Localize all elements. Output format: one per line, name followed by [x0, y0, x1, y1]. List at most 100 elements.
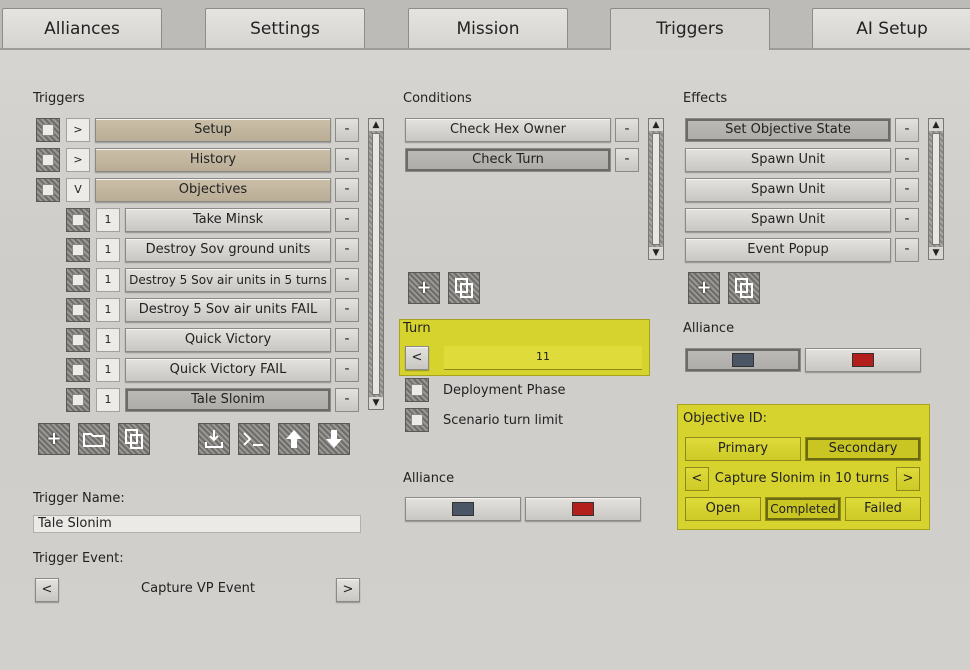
trigger-checkbox[interactable] — [66, 238, 90, 262]
tab-triggers[interactable]: Triggers — [610, 8, 770, 50]
trigger-item[interactable]: Quick Victory FAIL — [125, 358, 331, 382]
scroll-up-icon[interactable]: ▲ — [929, 119, 943, 131]
turn-prev-button[interactable]: < — [405, 346, 429, 370]
trigger-checkbox[interactable] — [66, 328, 90, 352]
trigger-item[interactable]: Destroy 5 Sov air units in 5 turns — [125, 268, 331, 292]
event-prev-button[interactable]: < — [35, 578, 59, 602]
trigger-number: 1 — [96, 238, 120, 262]
tab-mission[interactable]: Mission — [408, 8, 568, 48]
remove-button[interactable]: - — [615, 118, 639, 142]
trigger-group-setup[interactable]: Setup — [95, 118, 331, 142]
condition-item-selected[interactable]: Check Turn — [405, 148, 611, 172]
objective-prev-button[interactable]: < — [685, 467, 709, 491]
remove-button[interactable]: - — [335, 208, 359, 232]
alliance-option-2[interactable] — [525, 497, 641, 521]
scroll-thumb[interactable] — [652, 133, 660, 245]
objective-next-button[interactable]: > — [896, 467, 920, 491]
scroll-thumb[interactable] — [932, 133, 940, 245]
remove-button[interactable]: - — [335, 298, 359, 322]
group-toggle[interactable]: > — [66, 118, 90, 142]
script-console-icon[interactable] — [238, 423, 270, 455]
copy-icon-glyph — [455, 278, 473, 298]
copy-icon[interactable] — [448, 272, 480, 304]
group-checkbox[interactable] — [36, 148, 60, 172]
condition-item[interactable]: Check Hex Owner — [405, 118, 611, 142]
copy-icon[interactable] — [118, 423, 150, 455]
tab-ai-setup[interactable]: AI Setup — [812, 8, 970, 48]
trigger-group-history[interactable]: History — [95, 148, 331, 172]
trigger-item[interactable]: Destroy 5 Sov air units FAIL — [125, 298, 331, 322]
console-icon-glyph — [243, 432, 263, 446]
effect-item[interactable]: Spawn Unit — [685, 208, 891, 232]
remove-button[interactable]: - — [895, 178, 919, 202]
remove-button[interactable]: - — [335, 178, 359, 202]
remove-button[interactable]: - — [895, 148, 919, 172]
trigger-number: 1 — [96, 328, 120, 352]
event-next-button[interactable]: > — [336, 578, 360, 602]
remove-button[interactable]: - — [895, 118, 919, 142]
effect-item[interactable]: Spawn Unit — [685, 178, 891, 202]
scroll-thumb[interactable] — [372, 133, 380, 395]
remove-button[interactable]: - — [335, 388, 359, 412]
objective-type-secondary[interactable]: Secondary — [805, 437, 921, 461]
remove-button[interactable]: - — [335, 238, 359, 262]
tab-bar: Alliances Settings Mission Triggers AI S… — [0, 0, 970, 50]
trigger-checkbox[interactable] — [66, 358, 90, 382]
objective-state-completed[interactable]: Completed — [765, 497, 841, 521]
turn-value[interactable]: 11 — [444, 346, 642, 370]
effects-scrollbar[interactable]: ▲ ▼ — [928, 118, 944, 260]
alliance-option-1-selected[interactable] — [685, 348, 801, 372]
trigger-item-selected[interactable]: Tale Slonim — [125, 388, 331, 412]
triggers-scrollbar[interactable]: ▲ ▼ — [368, 118, 384, 410]
objective-state-failed[interactable]: Failed — [845, 497, 921, 521]
alliance-option-2[interactable] — [805, 348, 921, 372]
remove-button[interactable]: - — [335, 148, 359, 172]
scroll-up-icon[interactable]: ▲ — [369, 119, 383, 131]
objective-state-open[interactable]: Open — [685, 497, 761, 521]
trigger-checkbox[interactable] — [66, 298, 90, 322]
remove-button[interactable]: - — [895, 208, 919, 232]
trigger-checkbox[interactable] — [66, 388, 90, 412]
move-up-icon[interactable] — [278, 423, 310, 455]
effect-item-selected[interactable]: Set Objective State — [685, 118, 891, 142]
trigger-item[interactable]: Quick Victory — [125, 328, 331, 352]
import-icon[interactable] — [198, 423, 230, 455]
add-icon[interactable]: + — [408, 272, 440, 304]
deployment-phase-checkbox[interactable] — [405, 378, 429, 402]
remove-button[interactable]: - — [335, 118, 359, 142]
remove-button[interactable]: - — [335, 358, 359, 382]
trigger-item[interactable]: Take Minsk — [125, 208, 331, 232]
scenario-turn-limit-checkbox[interactable] — [405, 408, 429, 432]
move-down-icon[interactable] — [318, 423, 350, 455]
scroll-down-icon[interactable]: ▼ — [929, 247, 943, 259]
effect-item[interactable]: Event Popup — [685, 238, 891, 262]
objective-type-primary[interactable]: Primary — [685, 437, 801, 461]
copy-icon[interactable] — [728, 272, 760, 304]
remove-button[interactable]: - — [335, 268, 359, 292]
group-checkbox[interactable] — [36, 178, 60, 202]
scroll-up-icon[interactable]: ▲ — [649, 119, 663, 131]
remove-button[interactable]: - — [335, 328, 359, 352]
trigger-checkbox[interactable] — [66, 208, 90, 232]
add-icon[interactable]: + — [38, 423, 70, 455]
remove-button[interactable]: - — [615, 148, 639, 172]
tab-settings[interactable]: Settings — [205, 8, 365, 48]
tab-alliances[interactable]: Alliances — [2, 8, 162, 48]
trigger-item[interactable]: Destroy Sov ground units — [125, 238, 331, 262]
trigger-name-input[interactable]: Tale Slonim — [33, 515, 361, 533]
folder-icon[interactable] — [78, 423, 110, 455]
add-icon[interactable]: + — [688, 272, 720, 304]
scroll-down-icon[interactable]: ▼ — [369, 397, 383, 409]
copy-icon-glyph — [735, 278, 753, 298]
group-checkbox[interactable] — [36, 118, 60, 142]
scroll-down-icon[interactable]: ▼ — [649, 247, 663, 259]
remove-button[interactable]: - — [895, 238, 919, 262]
conditions-scrollbar[interactable]: ▲ ▼ — [648, 118, 664, 260]
group-toggle[interactable]: V — [66, 178, 90, 202]
effect-item[interactable]: Spawn Unit — [685, 148, 891, 172]
trigger-group-objectives[interactable]: Objectives — [95, 178, 331, 202]
objective-value: Capture Slonim in 10 turns — [714, 471, 890, 486]
trigger-checkbox[interactable] — [66, 268, 90, 292]
group-toggle[interactable]: > — [66, 148, 90, 172]
alliance-option-1[interactable] — [405, 497, 521, 521]
